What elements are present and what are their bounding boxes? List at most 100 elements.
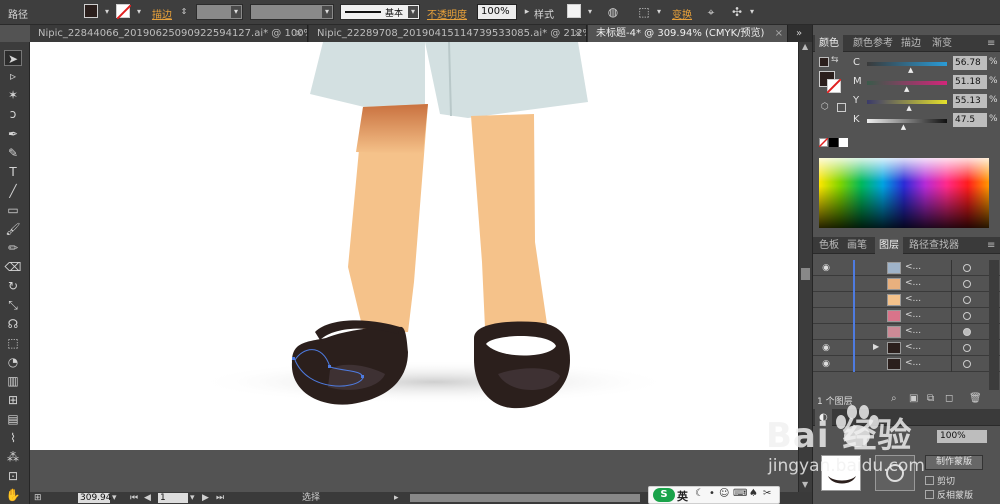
tab-color-guide[interactable]: 颜色参考 (849, 35, 897, 52)
opacity-field[interactable]: 100% (477, 4, 517, 20)
tab-document-active[interactable]: 未标题-4* @ 309.94% (CMYK/预览) × (588, 25, 788, 42)
close-icon[interactable]: × (574, 25, 582, 42)
anchor-point[interactable] (328, 365, 331, 368)
status-menu-icon[interactable]: ▸ (394, 492, 399, 504)
style-dropdown-icon[interactable]: ▾ (582, 4, 598, 20)
none-swatch[interactable] (819, 138, 828, 147)
opacity-label[interactable]: 不透明度 (427, 6, 467, 21)
tab-color[interactable]: 颜色 (815, 35, 843, 52)
visibility-toggle[interactable] (819, 294, 833, 306)
type-tool-icon[interactable]: T (4, 164, 22, 180)
scale-tool-icon[interactable]: ⤡ (4, 297, 22, 313)
zoom-dropdown-icon[interactable]: ▾ (112, 492, 117, 504)
eyedropper-tool-icon[interactable]: ⌇ (4, 430, 22, 446)
vertical-scrollbar[interactable]: ▲ ▼ (798, 42, 812, 492)
shape-builder-tool-icon[interactable]: ◔ (4, 354, 22, 370)
line-tool-icon[interactable]: ╱ (4, 183, 22, 199)
tab-transparency[interactable]: ◐ (815, 409, 832, 426)
tab-gradient[interactable]: 渐变 (928, 35, 956, 52)
white-swatch[interactable] (839, 138, 848, 147)
target-icon[interactable] (963, 296, 971, 304)
warp-tool-icon[interactable]: ☊ (4, 316, 22, 332)
target-icon[interactable] (963, 344, 971, 352)
artboard-canvas[interactable] (30, 42, 798, 450)
fill-swatch[interactable] (84, 4, 98, 18)
visibility-toggle[interactable] (819, 310, 833, 322)
eye-icon[interactable]: ◉ (819, 342, 833, 354)
black-swatch[interactable] (829, 138, 838, 147)
channel-value[interactable]: 55.13 (953, 94, 987, 108)
slider-knob-icon[interactable]: ▲ (908, 66, 913, 74)
stroke-weight-stepper-icon[interactable]: ⇕ (176, 4, 192, 20)
magenta-slider[interactable]: M ▲ 51.18 % (813, 74, 1000, 93)
target-icon[interactable] (963, 312, 971, 320)
trash-icon[interactable]: 🗑 (969, 393, 982, 404)
scroll-up-icon[interactable]: ▲ (802, 42, 808, 51)
rectangle-tool-icon[interactable]: ▭ (4, 202, 22, 218)
visibility-toggle[interactable] (819, 326, 833, 338)
magic-wand-tool-icon[interactable]: ✶ (4, 87, 22, 103)
last-artboard-icon[interactable]: ⏭ (216, 492, 224, 504)
tab-document-1[interactable]: Nipic_22844066_20190625090922594127.ai* … (30, 25, 308, 42)
locate-object-icon[interactable]: ⌕ (891, 393, 897, 404)
column-graph-tool-icon[interactable]: ▥ (4, 373, 22, 389)
slider-knob-icon[interactable]: ▲ (901, 123, 906, 131)
previous-artboard-icon[interactable]: ◀ (144, 492, 151, 504)
make-mask-button[interactable]: 制作蒙版 (925, 455, 983, 470)
moon-icon[interactable]: ☾ (695, 488, 704, 499)
tab-swatches[interactable]: 色板 (815, 237, 843, 254)
sogou-logo-icon[interactable]: S (653, 488, 675, 502)
align-dropdown-icon[interactable]: ▾ (651, 4, 667, 20)
isolate-icon[interactable]: ⌖ (703, 4, 719, 20)
close-icon[interactable]: × (295, 25, 303, 42)
make-clipping-mask-icon[interactable]: ▣ (909, 393, 918, 404)
layer-row[interactable]: <... (813, 292, 1000, 308)
brush-dropdown[interactable]: 基本 ▾ (340, 4, 420, 20)
skin-icon[interactable]: ♠ (749, 488, 758, 499)
channel-value[interactable]: 51.18 (953, 75, 987, 89)
target-icon[interactable] (963, 280, 971, 288)
ime-language[interactable]: 英 (677, 488, 688, 504)
recolor-icon[interactable]: ◍ (605, 4, 621, 20)
tab-pathfinder[interactable]: 路径查找器 (905, 237, 963, 254)
stroke-dropdown-icon[interactable]: ▾ (131, 4, 147, 20)
anchor-point[interactable] (361, 375, 364, 378)
transparency-opacity-field[interactable]: 100% (937, 430, 987, 443)
layer-row[interactable]: <... (813, 324, 1000, 340)
black-slider[interactable]: K ▲ 47.5 % (813, 112, 1000, 131)
channel-value[interactable]: 56.78 (953, 56, 987, 70)
mesh-tool-icon[interactable]: ⊞ (4, 392, 22, 408)
fill-dropdown-icon[interactable]: ▾ (99, 4, 115, 20)
zoom-field[interactable]: 309.94 (78, 493, 112, 503)
tabs-overflow-icon[interactable]: » (796, 25, 802, 42)
layer-name[interactable]: <... (905, 358, 921, 368)
panel-menu-icon[interactable]: ≡ (983, 35, 999, 52)
slider-knob-icon[interactable]: ▲ (906, 104, 911, 112)
graphic-style-swatch[interactable] (567, 4, 581, 18)
tab-layers[interactable]: 图层 (875, 237, 903, 254)
layer-name[interactable]: <... (905, 310, 921, 320)
eye-icon[interactable]: ◉ (819, 262, 833, 274)
variable-width-dropdown[interactable]: ▾ (250, 4, 334, 20)
artboard-number-field[interactable]: 1 (158, 493, 188, 503)
layer-row[interactable]: ◉ ▶ <... (813, 340, 1000, 356)
slider-knob-icon[interactable]: ▲ (904, 85, 909, 93)
tools-icon[interactable]: ✂ (763, 488, 771, 499)
channel-value[interactable]: 47.5 (953, 113, 987, 127)
layer-row[interactable]: <... (813, 308, 1000, 324)
more-options-dropdown-icon[interactable]: ▾ (744, 4, 760, 20)
rotate-tool-icon[interactable]: ↻ (4, 278, 22, 294)
gradient-tool-icon[interactable]: ▤ (4, 411, 22, 427)
next-artboard-icon[interactable]: ▶ (202, 492, 209, 504)
direct-selection-tool-icon[interactable]: ▹ (4, 68, 22, 84)
visibility-toggle[interactable] (819, 278, 833, 290)
layer-name[interactable]: <... (905, 262, 921, 272)
yellow-slider[interactable]: Y ▲ 55.13 % (813, 93, 1000, 112)
new-sublayer-icon[interactable]: ⧉ (927, 393, 934, 404)
slider-track[interactable] (867, 62, 947, 66)
transform-label[interactable]: 变换 (672, 6, 692, 21)
panel-menu-icon[interactable]: ≡ (983, 237, 999, 254)
horizontal-scrollbar[interactable] (410, 494, 640, 502)
scroll-down-icon[interactable]: ▼ (802, 480, 808, 489)
paintbrush-tool-icon[interactable]: 🖌 (4, 221, 22, 237)
